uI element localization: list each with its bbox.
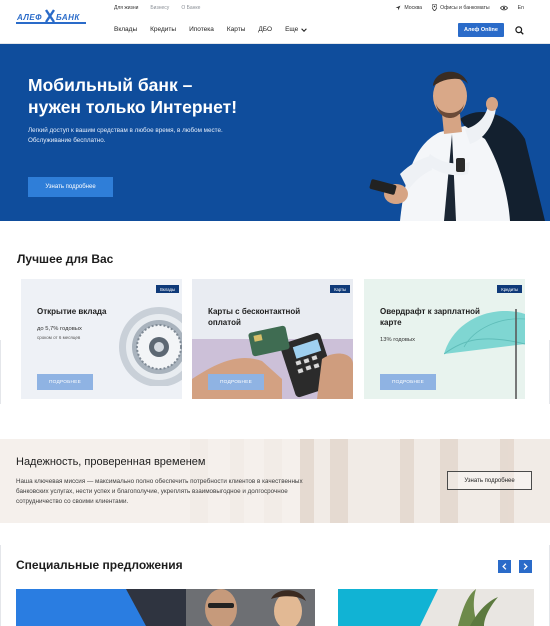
card-title: Карты с бесконтактной оплатой <box>208 307 301 327</box>
alef-bank-logo[interactable]: АЛЕФ БАНК <box>16 9 86 27</box>
product-card-overdraft[interactable]: Кредиты Овердрафт к зарплатной карте 13%… <box>364 279 525 399</box>
reliability-section: Надежность, проверенная временем Наша кл… <box>0 439 550 523</box>
offer-people-image <box>16 589 315 626</box>
segment-about[interactable]: О Банке <box>181 5 200 11</box>
chevron-left-icon <box>502 563 507 570</box>
city-label: Москва <box>404 4 423 11</box>
card-details-button[interactable]: ПОДРОБНЕЕ <box>208 374 264 390</box>
section-title-best: Лучшее для Вас <box>17 252 114 266</box>
carousel-prev-button[interactable] <box>498 560 511 573</box>
reliability-learn-more-button[interactable]: Узнать подробнее <box>447 471 532 490</box>
chevron-down-icon <box>301 27 308 32</box>
carousel-next-button[interactable] <box>519 560 532 573</box>
offices-label: Офисы и банкоматы <box>440 4 490 11</box>
hero-title-line: нужен только Интернет! <box>28 97 238 117</box>
hero-text-line: Обслуживание бесплатно. <box>28 137 106 144</box>
nav-credits[interactable]: Кредиты <box>150 26 176 33</box>
reliability-text-line: банковских услугах, нести успех и благоп… <box>16 488 288 495</box>
offices-link[interactable]: Офисы и банкоматы <box>432 4 490 11</box>
top-utility-bar: Москва Офисы и банкоматы En <box>395 4 524 11</box>
location-arrow-icon <box>395 5 401 10</box>
nav-deposits[interactable]: Вклады <box>114 26 137 33</box>
site-header: АЛЕФ БАНК Для жизни Бизнесу О Банке Моск… <box>0 0 550 44</box>
nav-more[interactable]: Еще <box>285 26 308 33</box>
hero-learn-more-button[interactable]: Узнать подробнее <box>28 177 113 197</box>
reliability-text: Наша ключевая миссия — максимально полно… <box>16 477 336 507</box>
card-term: сроком от 6 месяцев <box>37 335 81 340</box>
reliability-title: Надежность, проверенная временем <box>16 456 206 468</box>
card-title: Открытие вклада <box>37 307 107 316</box>
accessibility-eye-icon[interactable] <box>499 5 508 11</box>
segment-personal[interactable]: Для жизни <box>114 5 138 11</box>
alef-online-button[interactable]: Алеф Online <box>458 23 504 37</box>
product-card-contactless[interactable]: Карты Карты с бесконтактной оплатой ПОДР… <box>192 279 353 399</box>
nav-dbo[interactable]: ДБО <box>258 26 272 33</box>
divider <box>0 545 1 626</box>
section-title-special: Специальные предложения <box>16 558 183 572</box>
hero-man-with-phone-image <box>369 71 545 221</box>
nav-mortgage[interactable]: Ипотека <box>189 26 214 33</box>
card-rate: 13% годовых <box>380 337 416 343</box>
hero-banner: Мобильный банк – нужен только Интернет! … <box>0 44 550 221</box>
hero-description: Легкий доступ к вашим средствам в любое … <box>28 126 288 146</box>
main-nav: Вклады Кредиты Ипотека Карты ДБО Еще <box>114 26 308 33</box>
segment-business[interactable]: Бизнесу <box>150 5 169 11</box>
nav-cards[interactable]: Карты <box>227 26 246 33</box>
card-details-button[interactable]: ПОДРОБНЕЕ <box>380 374 436 390</box>
divider <box>0 340 1 404</box>
reliability-text-line: сотрудничество со своими клиентами. <box>16 498 129 505</box>
card-category-tag: Вклады <box>156 285 179 293</box>
hero-title-line: Мобильный банк – <box>28 75 193 95</box>
offer-interior-image <box>338 589 534 626</box>
card-rate: до 5,7% годовых <box>37 326 82 332</box>
hero-title: Мобильный банк – нужен только Интернет! <box>28 74 308 118</box>
card-title: Овердрафт к зарплатной карте <box>380 307 480 327</box>
card-details-button[interactable]: ПОДРОБНЕЕ <box>37 374 93 390</box>
product-card-deposit[interactable]: Вклады Открытие вклада до 5,7% годовых с… <box>21 279 182 399</box>
city-selector[interactable]: Москва <box>395 5 422 11</box>
map-pin-icon <box>432 4 438 11</box>
search-icon[interactable] <box>515 26 524 35</box>
offer-card-1[interactable] <box>16 589 315 626</box>
card-category-tag: Карты <box>330 285 350 293</box>
hero-text-line: Легкий доступ к вашим средствам в любое … <box>28 127 223 134</box>
language-switch[interactable]: En <box>518 5 524 11</box>
offer-card-2[interactable] <box>338 589 534 626</box>
chevron-right-icon <box>523 563 528 570</box>
svg-text:АЛЕФ: АЛЕФ <box>16 13 42 22</box>
segment-nav: Для жизни Бизнесу О Банке <box>114 5 200 11</box>
card-category-tag: Кредиты <box>497 285 522 293</box>
nav-more-label: Еще <box>285 26 299 33</box>
svg-text:БАНК: БАНК <box>56 13 80 22</box>
reliability-text-line: Наша ключевая миссия — максимально полно… <box>16 478 303 485</box>
